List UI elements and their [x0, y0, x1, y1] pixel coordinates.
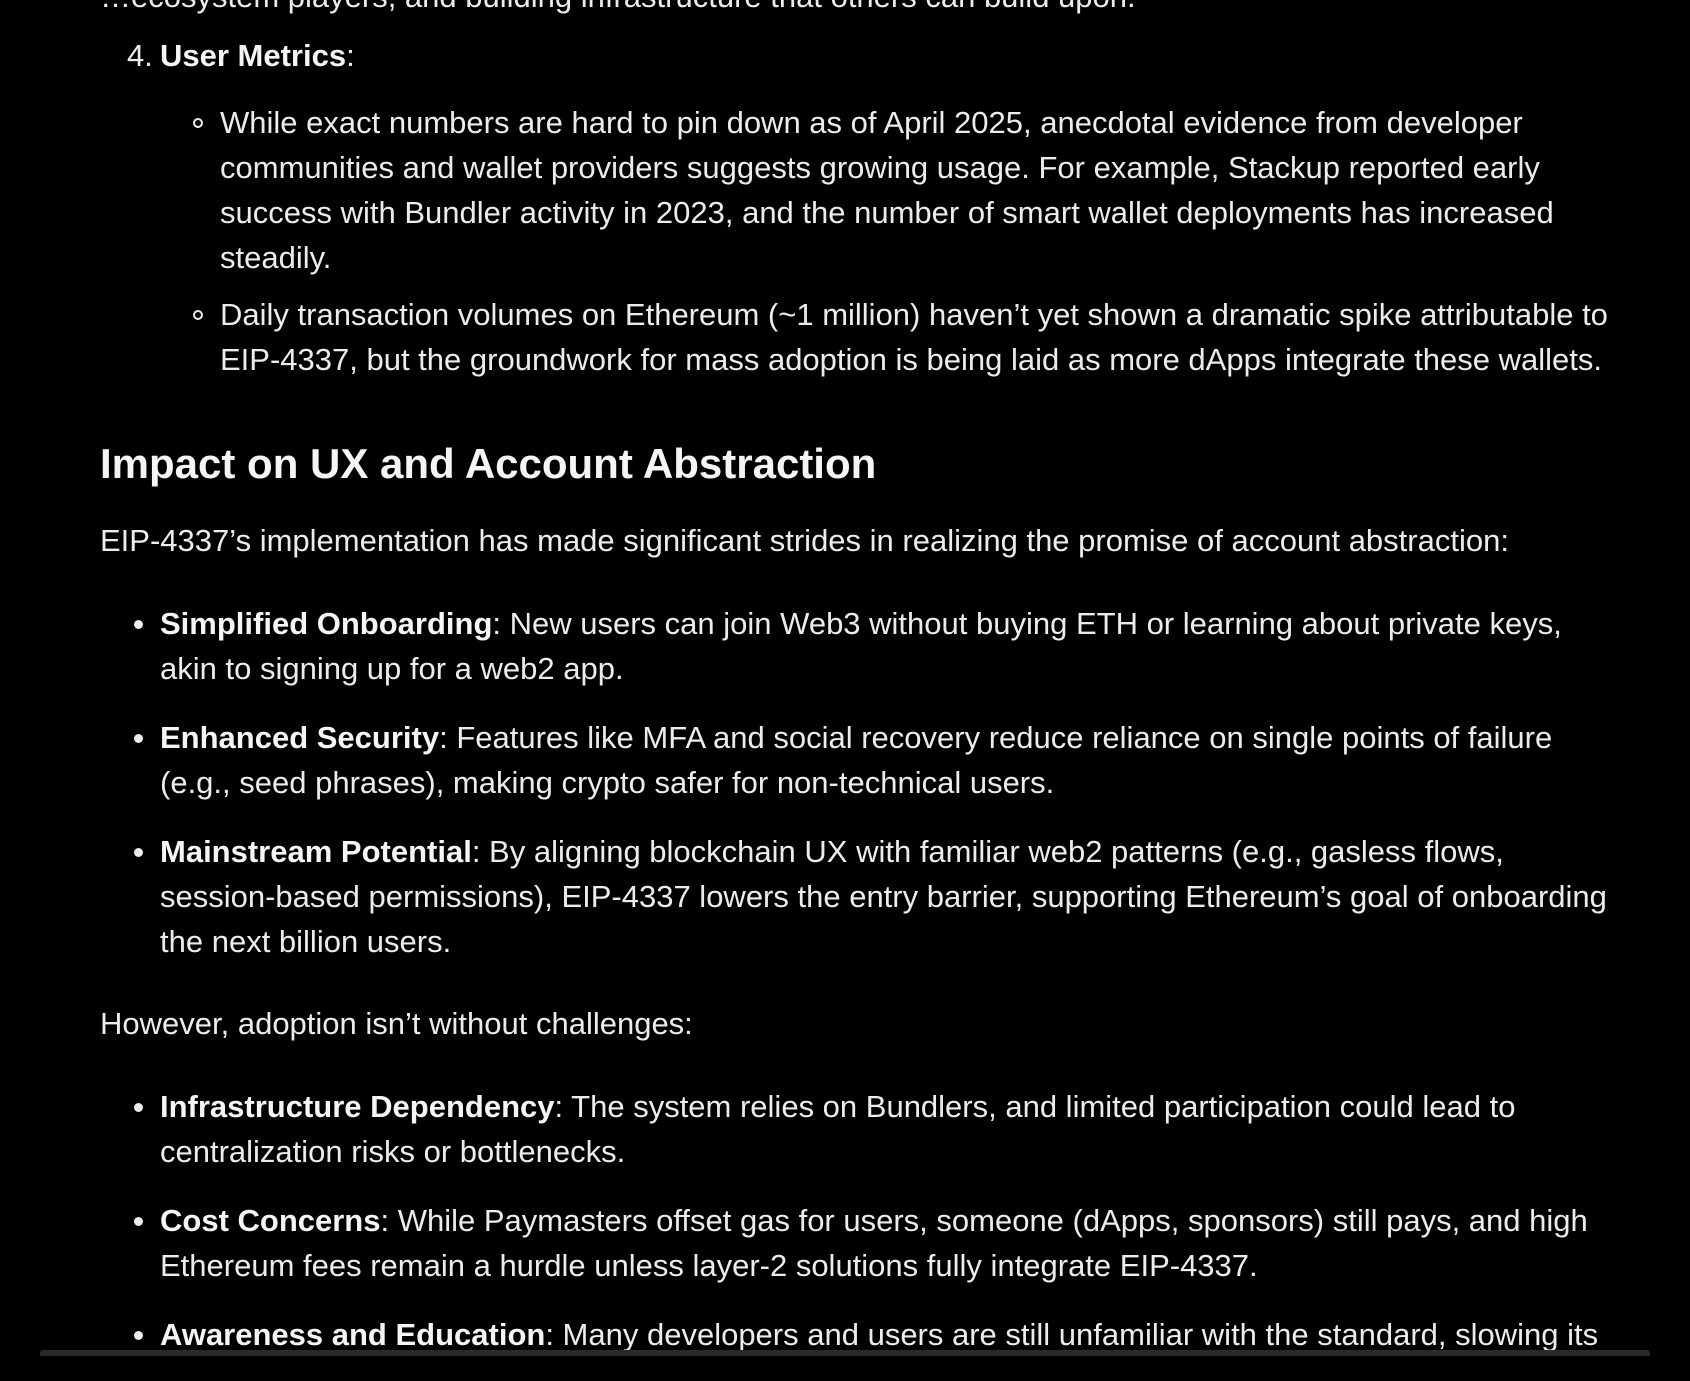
- section-heading: Impact on UX and Account Abstraction: [100, 440, 877, 487]
- list-item: Enhanced Security: Features like MFA and…: [100, 715, 1620, 805]
- user-metrics-list: 4. User Metrics: While exact numbers are…: [100, 33, 1630, 394]
- list-item: Infrastructure Dependency: The system re…: [100, 1084, 1620, 1174]
- challenge-text: : Many developers and users are still un…: [545, 1317, 1599, 1352]
- colon: :: [346, 38, 355, 73]
- bottom-edge: [40, 1350, 1650, 1356]
- user-metrics-sublist: While exact numbers are hard to pin down…: [160, 100, 1630, 382]
- list-item-title: User Metrics: [160, 38, 347, 73]
- challenges-intro-paragraph: However, adoption isn’t without challeng…: [100, 1006, 693, 1041]
- benefit-title: Mainstream Potential: [160, 834, 472, 869]
- challenge-title: Cost Concerns: [160, 1203, 381, 1238]
- challenge-title: Infrastructure Dependency: [160, 1089, 555, 1124]
- benefit-title: Enhanced Security: [160, 720, 440, 755]
- sublist-item: While exact numbers are hard to pin down…: [160, 100, 1630, 280]
- list-number: 4.: [127, 38, 153, 73]
- benefit-title: Simplified Onboarding: [160, 606, 493, 641]
- sublist-item: Daily transaction volumes on Ethereum (~…: [160, 292, 1630, 382]
- intro-paragraph: EIP-4337’s implementation has made signi…: [100, 523, 1509, 558]
- list-item: Simplified Onboarding: New users can joi…: [100, 601, 1620, 691]
- list-item: Mainstream Potential: By aligning blockc…: [100, 829, 1620, 964]
- list-item: Cost Concerns: While Paymasters offset g…: [100, 1198, 1620, 1288]
- challenges-list: Infrastructure Dependency: The system re…: [100, 1084, 1620, 1381]
- list-item: 4. User Metrics: While exact numbers are…: [100, 33, 1630, 382]
- cut-off-text-line: …ecosystem players, and building infrast…: [100, 0, 1136, 19]
- challenge-title: Awareness and Education: [160, 1317, 546, 1352]
- benefits-list: Simplified Onboarding: New users can joi…: [100, 601, 1620, 988]
